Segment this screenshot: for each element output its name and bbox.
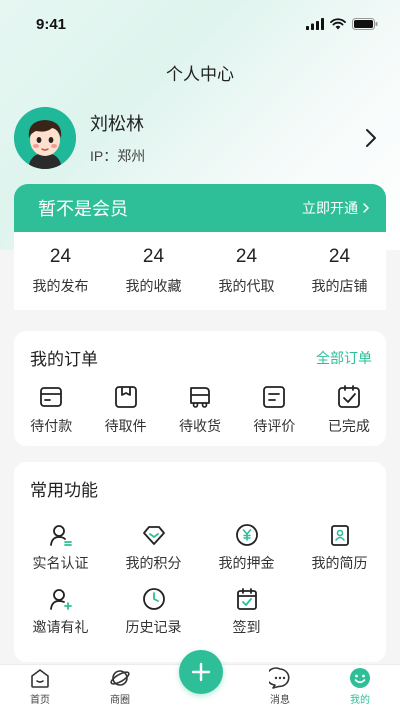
user-ip: IP：郑州 bbox=[90, 148, 146, 164]
profile-section[interactable]: 刘松林 IP：郑州 bbox=[14, 106, 386, 170]
function-verify-identity[interactable]: 实名认证 bbox=[14, 523, 107, 573]
stat-label: 我的发布 bbox=[32, 278, 89, 294]
truck-icon bbox=[190, 387, 210, 408]
functions-card: 常用功能 实名认证 我的积分 我的押金 我的简历 邀请有礼 历史记录 签到 bbox=[14, 462, 386, 662]
stat-label: 我的代取 bbox=[218, 278, 275, 294]
stat-value: 24 bbox=[328, 246, 351, 267]
stat-my-favorites[interactable]: 24 我的收藏 bbox=[107, 232, 200, 310]
function-label: 实名认证 bbox=[32, 555, 89, 571]
avatar[interactable] bbox=[14, 107, 76, 169]
activate-membership-label: 立即开通 bbox=[302, 200, 358, 216]
orders-card: 我的订单 全部订单 待付款 待取件 待收货 待评价 已完成 bbox=[14, 331, 386, 446]
membership-status: 暂不是会员 bbox=[38, 199, 128, 219]
stat-value: 24 bbox=[235, 246, 258, 267]
function-label: 我的押金 bbox=[218, 555, 275, 571]
clock-icon bbox=[142, 588, 165, 610]
wifi-icon bbox=[330, 18, 346, 30]
order-pending-review[interactable]: 待评价 bbox=[237, 384, 311, 436]
function-label: 我的简历 bbox=[311, 555, 368, 571]
plus-icon bbox=[191, 662, 211, 682]
status-time: 9:41 bbox=[36, 15, 67, 33]
all-orders-link[interactable]: 全部订单 bbox=[316, 348, 372, 368]
function-resume[interactable]: 我的简历 bbox=[293, 523, 386, 573]
order-pending-payment[interactable]: 待付款 bbox=[14, 384, 88, 436]
membership-banner: 暂不是会员 立即开通 bbox=[14, 184, 386, 232]
tab-label: 商圈 bbox=[110, 695, 130, 706]
stat-value: 24 bbox=[142, 246, 165, 267]
completed-icon bbox=[337, 385, 360, 408]
function-label: 邀请有礼 bbox=[32, 619, 89, 635]
stat-label: 我的收藏 bbox=[125, 278, 182, 294]
function-label: 签到 bbox=[232, 619, 261, 635]
stat-value: 24 bbox=[49, 246, 72, 267]
tab-mine[interactable]: 我的 bbox=[320, 665, 400, 711]
tab-business-circle[interactable]: 商圈 bbox=[80, 665, 160, 711]
stat-my-shop[interactable]: 24 我的店铺 bbox=[293, 232, 386, 310]
status-icons bbox=[306, 18, 378, 30]
order-completed[interactable]: 已完成 bbox=[312, 384, 386, 436]
order-label: 待评价 bbox=[253, 418, 296, 434]
battery-icon bbox=[352, 18, 378, 30]
message-icon bbox=[269, 667, 290, 689]
order-label: 待付款 bbox=[30, 418, 73, 434]
chevron-right-icon[interactable] bbox=[356, 123, 386, 153]
stats-card: 24 我的发布 24 我的收藏 24 我的代取 24 我的店铺 bbox=[14, 232, 386, 310]
order-label: 待收货 bbox=[179, 418, 222, 434]
activate-membership-button[interactable]: 立即开通 bbox=[302, 198, 370, 218]
tab-label: 首页 bbox=[30, 695, 50, 706]
functions-title: 常用功能 bbox=[30, 481, 98, 500]
stat-my-pickups[interactable]: 24 我的代取 bbox=[200, 232, 293, 310]
tab-home[interactable]: 首页 bbox=[0, 665, 80, 711]
invite-user-icon bbox=[49, 589, 72, 610]
avatar-illustration bbox=[14, 107, 76, 169]
signal-icon bbox=[306, 18, 324, 30]
order-label: 待取件 bbox=[104, 418, 147, 434]
tab-label: 我的 bbox=[350, 695, 370, 706]
function-check-in[interactable]: 签到 bbox=[200, 587, 293, 637]
user-name: 刘松林 bbox=[90, 114, 144, 134]
resume-icon bbox=[330, 525, 349, 546]
orders-title: 我的订单 bbox=[30, 350, 98, 369]
order-label: 已完成 bbox=[327, 418, 370, 434]
function-points[interactable]: 我的积分 bbox=[107, 523, 200, 573]
package-icon bbox=[114, 386, 137, 408]
order-pending-receipt[interactable]: 待收货 bbox=[163, 384, 237, 436]
page-title: 个人中心 bbox=[166, 65, 234, 84]
stat-my-posts[interactable]: 24 我的发布 bbox=[14, 232, 107, 310]
tab-messages[interactable]: 消息 bbox=[240, 665, 320, 711]
function-invite[interactable]: 邀请有礼 bbox=[14, 587, 107, 637]
tab-label: 消息 bbox=[270, 695, 290, 706]
add-button[interactable] bbox=[179, 650, 223, 694]
function-label: 我的积分 bbox=[125, 555, 182, 571]
planet-icon bbox=[110, 670, 130, 686]
profile-info: 刘松林 IP：郑州 bbox=[90, 110, 356, 166]
smile-icon bbox=[350, 668, 370, 688]
function-deposit[interactable]: 我的押金 bbox=[200, 523, 293, 573]
wallet-icon bbox=[40, 387, 63, 407]
chevron-right-icon bbox=[363, 203, 370, 213]
stat-label: 我的店铺 bbox=[311, 278, 368, 294]
status-bar: 9:41 bbox=[0, 0, 400, 48]
review-icon bbox=[263, 386, 286, 408]
calendar-check-icon bbox=[236, 588, 257, 610]
function-label: 历史记录 bbox=[125, 619, 182, 635]
diamond-icon bbox=[142, 526, 165, 545]
function-history[interactable]: 历史记录 bbox=[107, 587, 200, 637]
home-icon bbox=[31, 669, 49, 688]
order-pending-pickup[interactable]: 待取件 bbox=[88, 384, 162, 436]
yen-coin-icon bbox=[235, 524, 258, 546]
user-verify-icon bbox=[49, 525, 72, 546]
